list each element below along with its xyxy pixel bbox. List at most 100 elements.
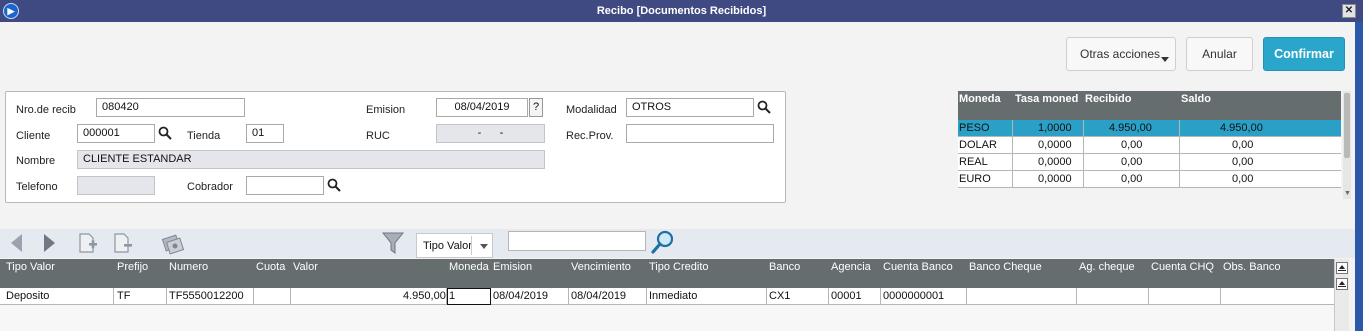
tipo-valor-select[interactable]: Tipo Valor — [416, 233, 493, 258]
currency-row-peso[interactable]: PESO 1,0000 4.950,00 4.950,00 — [958, 120, 1341, 137]
currency-rate: 0,0000 — [1038, 156, 1072, 168]
currency-name: DOLAR — [959, 139, 997, 151]
telefono-label: Telefono — [16, 181, 58, 193]
scroll-thumb[interactable] — [1344, 93, 1350, 158]
column-header[interactable]: Cuenta Banco — [883, 261, 953, 273]
app-icon: ▶ — [3, 3, 19, 19]
currency-received: 0,00 — [1121, 173, 1143, 185]
column-header[interactable]: Banco Cheque — [969, 261, 1042, 273]
scroll-top-icon[interactable] — [1336, 262, 1348, 274]
column-header[interactable]: Tipo Valor — [6, 261, 55, 273]
help-icon[interactable]: ? — [529, 98, 543, 117]
grid-header: Tipo Valor Prefijo Numero Cuota Valor Mo… — [0, 259, 1334, 288]
column-header[interactable]: Prefijo — [117, 261, 148, 273]
next-arrow-icon[interactable] — [42, 233, 56, 253]
otras-acciones-button[interactable]: Otras acciones — [1066, 37, 1176, 71]
currency-table-header: Moneda Tasa moned Recibido Saldo — [958, 91, 1341, 120]
otras-acciones-label: Otras acciones — [1080, 47, 1161, 61]
receipt-form: Nro.de recib 080420 Emision 08/04/2019 ?… — [5, 91, 786, 203]
window-title: Recibo [Documentos Recibidos] — [596, 5, 767, 17]
cell-moneda: 1 — [449, 290, 456, 302]
emision-field[interactable]: 08/04/2019 — [436, 98, 528, 117]
column-header[interactable]: Obs. Banco — [1223, 261, 1280, 273]
currency-balance: 4.950,00 — [1220, 122, 1263, 134]
search-icon[interactable] — [158, 126, 172, 140]
currency-row-real[interactable]: REAL 0,0000 0,00 0,00 — [958, 154, 1341, 171]
cell-prefijo: TF — [117, 290, 131, 302]
cell-moneda-editor[interactable]: 1 — [447, 288, 491, 305]
currency-name: PESO — [959, 122, 990, 134]
recprov-field[interactable] — [626, 124, 774, 143]
telefono-field — [77, 176, 155, 195]
column-header[interactable]: Emision — [493, 261, 532, 273]
column-header[interactable]: Saldo — [1181, 93, 1211, 105]
column-header[interactable]: Cuota — [256, 261, 285, 273]
ruc-field: - - — [436, 124, 545, 143]
nro-recib-field[interactable]: 080420 — [96, 98, 245, 117]
caret-down-icon — [1161, 57, 1169, 62]
column-header[interactable]: Ag. cheque — [1079, 261, 1135, 273]
payments-grid: Tipo Valor Prefijo Numero Cuota Valor Mo… — [0, 259, 1334, 331]
currency-rate: 1,0000 — [1038, 122, 1072, 134]
cliente-field[interactable]: 000001 — [77, 124, 155, 143]
currency-received: 0,00 — [1121, 139, 1143, 151]
modalidad-label: Modalidad — [566, 104, 617, 116]
tienda-field[interactable]: 01 — [246, 124, 284, 143]
column-header[interactable]: Cuenta CHQ — [1151, 261, 1214, 273]
cell-valor: 4.950,00 — [403, 290, 446, 302]
cell-agencia: 00001 — [831, 290, 862, 302]
action-toolbar: Otras acciones Anular Confirmar — [0, 22, 1363, 85]
tienda-label: Tienda — [187, 130, 221, 142]
cell-tipo-valor: Deposito — [6, 290, 50, 302]
column-header[interactable]: Numero — [169, 261, 208, 273]
close-icon[interactable]: ✕ — [1342, 4, 1356, 18]
column-header[interactable]: Banco — [769, 261, 800, 273]
prev-arrow-icon[interactable] — [10, 233, 24, 253]
column-header[interactable]: Moneda — [959, 93, 1001, 105]
title-bar: ▶ Recibo [Documentos Recibidos] ✕ — [0, 0, 1363, 22]
column-header[interactable]: Tipo Credito — [649, 261, 709, 273]
cell-cuenta-banco: 0000000001 — [883, 290, 945, 302]
nro-recib-label: Nro.de recib — [16, 104, 76, 116]
column-header[interactable]: Recibido — [1085, 93, 1131, 105]
column-header[interactable]: Valor — [293, 261, 318, 273]
anular-button[interactable]: Anular — [1186, 37, 1253, 71]
cell-vencimiento: 08/04/2019 — [571, 290, 627, 302]
column-header[interactable]: Vencimiento — [571, 261, 631, 273]
add-doc-icon[interactable] — [77, 232, 99, 254]
currency-table: Moneda Tasa moned Recibido Saldo PESO 1,… — [958, 91, 1351, 203]
column-header[interactable]: Moneda — [449, 261, 489, 273]
column-header[interactable]: Tasa moned — [1015, 93, 1078, 105]
cell-tipo-credito: Inmediato — [649, 290, 698, 302]
nombre-field: CLIENTE ESTANDAR — [77, 150, 545, 169]
confirmar-button[interactable]: Confirmar — [1263, 37, 1345, 71]
cobrador-field[interactable] — [246, 176, 324, 195]
table-row[interactable]: Deposito TF TF5550012200 4.950,00 1 08/0… — [0, 288, 1334, 305]
tipo-valor-select-value: Tipo Valor — [423, 240, 472, 252]
currency-row-dolar[interactable]: DOLAR 0,0000 0,00 0,00 — [958, 137, 1341, 154]
money-icon[interactable] — [161, 231, 185, 255]
grid-search-input[interactable] — [508, 231, 646, 251]
cell-numero: TF5550012200 — [169, 290, 244, 302]
cliente-label: Cliente — [16, 130, 51, 142]
currency-row-euro[interactable]: EURO 0,0000 0,00 0,00 — [958, 171, 1341, 188]
filter-icon[interactable] — [382, 231, 404, 255]
currency-balance: 0,00 — [1232, 173, 1254, 185]
scroll-up-icon[interactable] — [1336, 278, 1348, 290]
modalidad-field[interactable]: OTROS — [626, 98, 754, 117]
currency-received: 4.950,00 — [1109, 122, 1152, 134]
edit-doc-icon[interactable] — [112, 232, 134, 254]
column-header[interactable]: Agencia — [831, 261, 871, 273]
currency-scrollbar[interactable]: ▼ — [1343, 91, 1351, 199]
magnifier-icon[interactable] — [651, 230, 675, 254]
currency-name: REAL — [959, 156, 988, 168]
currency-received: 0,00 — [1121, 156, 1143, 168]
window-frame-edge — [1355, 22, 1363, 331]
cell-banco: CX1 — [769, 290, 791, 302]
recprov-label: Rec.Prov. — [566, 130, 614, 142]
scroll-down-icon[interactable]: ▼ — [1344, 190, 1351, 197]
search-icon[interactable] — [327, 178, 341, 192]
currency-balance: 0,00 — [1232, 139, 1254, 151]
cell-emision: 08/04/2019 — [493, 290, 549, 302]
search-icon[interactable] — [757, 100, 771, 114]
